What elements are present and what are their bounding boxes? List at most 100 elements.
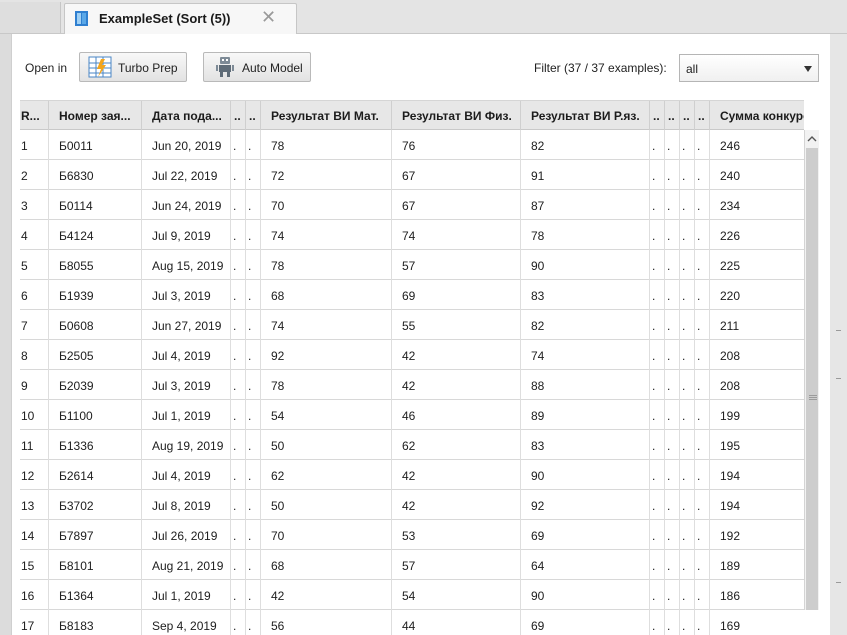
table-cell: 186 — [710, 580, 804, 610]
table-cell: . — [231, 190, 246, 220]
table-row[interactable]: 16 Б1364 Jul 1, 2019.. 42 54 90.... 186 — [20, 580, 804, 610]
tab-exampleset[interactable]: ExampleSet (Sort (5)) ✕ — [64, 3, 297, 34]
table-cell: . — [665, 250, 680, 280]
table-cell: . — [680, 580, 695, 610]
table-cell: 90 — [521, 250, 650, 280]
table-cell: . — [231, 160, 246, 190]
table-cell: . — [665, 280, 680, 310]
table-row[interactable]: 6 Б1939 Jul 3, 2019.. 68 69 83.... 220 — [20, 280, 804, 310]
table-cell: 2 — [20, 160, 49, 190]
table-cell: . — [680, 250, 695, 280]
table-cell: 8 — [20, 340, 49, 370]
table-cell: . — [665, 430, 680, 460]
table-row[interactable]: 5 Б8055 Aug 15, 2019.. 78 57 90.... 225 — [20, 250, 804, 280]
scroll-up-icon[interactable] — [805, 130, 819, 148]
column-header[interactable]: .. — [231, 101, 246, 131]
table-cell: . — [680, 280, 695, 310]
table-cell: Aug 19, 2019 — [142, 430, 231, 460]
table-cell: 82 — [521, 130, 650, 160]
close-icon[interactable]: ✕ — [261, 7, 276, 28]
table-cell: 78 — [521, 220, 650, 250]
table-cell: . — [680, 610, 695, 635]
table-row[interactable]: 12 Б2614 Jul 4, 2019.. 62 42 90.... 194 — [20, 460, 804, 490]
table-cell: 69 — [521, 520, 650, 550]
table-cell: Jul 1, 2019 — [142, 400, 231, 430]
table-cell: 42 — [261, 580, 392, 610]
table-cell: . — [680, 370, 695, 400]
table-cell: . — [695, 250, 710, 280]
tab-previous[interactable] — [0, 2, 61, 33]
table-row[interactable]: 3 Б0114 Jun 24, 2019.. 70 67 87.... 234 — [20, 190, 804, 220]
table-cell: 54 — [261, 400, 392, 430]
table-cell: . — [695, 190, 710, 220]
vertical-scrollbar[interactable] — [804, 130, 819, 610]
table-cell: 225 — [710, 250, 804, 280]
table-cell: 15 — [20, 550, 49, 580]
column-header[interactable]: Результат ВИ Физ. — [392, 101, 521, 131]
table-row[interactable]: 13 Б3702 Jul 8, 2019.. 50 42 92.... 194 — [20, 490, 804, 520]
table-cell: . — [246, 400, 261, 430]
table-row[interactable]: 10 Б1100 Jul 1, 2019.. 54 46 89.... 199 — [20, 400, 804, 430]
table-cell: Jun 27, 2019 — [142, 310, 231, 340]
table-cell: . — [650, 460, 665, 490]
table-row[interactable]: 4 Б4124 Jul 9, 2019.. 74 74 78.... 226 — [20, 220, 804, 250]
table-cell: 54 — [392, 580, 521, 610]
turbo-prep-button[interactable]: Turbo Prep — [79, 52, 187, 82]
table-cell: Jul 8, 2019 — [142, 490, 231, 520]
column-header[interactable]: .. — [246, 101, 261, 131]
column-header[interactable]: .. — [695, 101, 710, 131]
table-cell: 220 — [710, 280, 804, 310]
table-row[interactable]: 7 Б0608 Jun 27, 2019.. 74 55 82.... 211 — [20, 310, 804, 340]
table-cell: Б2039 — [49, 370, 142, 400]
table-cell: 62 — [392, 430, 521, 460]
column-header[interactable]: Результат ВИ Мат. — [261, 101, 392, 131]
column-header[interactable]: .. — [665, 101, 680, 131]
table-row[interactable]: 8 Б2505 Jul 4, 2019.. 92 42 74.... 208 — [20, 340, 804, 370]
filter-dropdown[interactable]: all — [679, 54, 819, 82]
table-cell: 4 — [20, 220, 49, 250]
column-header[interactable]: Сумма конкурс — [710, 101, 804, 131]
table-cell: . — [665, 340, 680, 370]
table-cell: . — [650, 550, 665, 580]
table-cell: . — [231, 220, 246, 250]
table-cell: 246 — [710, 130, 804, 160]
column-header[interactable]: R... — [20, 101, 49, 131]
table-row[interactable]: 15 Б8101 Aug 21, 2019.. 68 57 64.... 189 — [20, 550, 804, 580]
table-cell: . — [231, 520, 246, 550]
table-cell: 226 — [710, 220, 804, 250]
column-header[interactable]: Дата пода... — [142, 101, 231, 131]
column-header[interactable]: Результат ВИ Р.яз. — [521, 101, 650, 131]
table-row[interactable]: 17 Б8183 Sep 4, 2019.. 56 44 69.... 169 — [20, 610, 804, 635]
table-row[interactable]: 2 Б6830 Jul 22, 2019.. 72 67 91.... 240 — [20, 160, 804, 190]
table-cell: 56 — [261, 610, 392, 635]
table-row[interactable]: 14 Б7897 Jul 26, 2019.. 70 53 69.... 192 — [20, 520, 804, 550]
table-row[interactable]: 1 Б0011 Jun 20, 2019.. 78 76 82.... 246 — [20, 130, 804, 160]
table-row[interactable]: 9 Б2039 Jul 3, 2019.. 78 42 88.... 208 — [20, 370, 804, 400]
table-cell: . — [650, 220, 665, 250]
column-header[interactable]: .. — [680, 101, 695, 131]
table-cell: . — [665, 580, 680, 610]
table-cell: 195 — [710, 430, 804, 460]
data-table: R... Номер зая... Дата пода....... Результа… — [20, 100, 804, 635]
table-cell: 69 — [392, 280, 521, 310]
table-cell: . — [231, 130, 246, 160]
table-cell: 169 — [710, 610, 804, 635]
table-cell: . — [246, 550, 261, 580]
table-cell: . — [695, 430, 710, 460]
table-cell: Б0011 — [49, 130, 142, 160]
table-cell: Jun 20, 2019 — [142, 130, 231, 160]
table-cell: Б1364 — [49, 580, 142, 610]
table-row[interactable]: 11 Б1336 Aug 19, 2019.. 50 62 83.... 195 — [20, 430, 804, 460]
table-cell: . — [665, 160, 680, 190]
scrollbar-thumb[interactable] — [806, 148, 818, 610]
table-cell: . — [650, 190, 665, 220]
column-header[interactable]: Номер зая... — [49, 101, 142, 131]
auto-model-button[interactable]: Auto Model — [203, 52, 311, 82]
table-cell: 240 — [710, 160, 804, 190]
column-header[interactable]: .. — [650, 101, 665, 131]
table-cell: 189 — [710, 550, 804, 580]
table-cell: . — [695, 460, 710, 490]
table-cell: . — [246, 520, 261, 550]
table-cell: 211 — [710, 310, 804, 340]
table-cell: 208 — [710, 370, 804, 400]
